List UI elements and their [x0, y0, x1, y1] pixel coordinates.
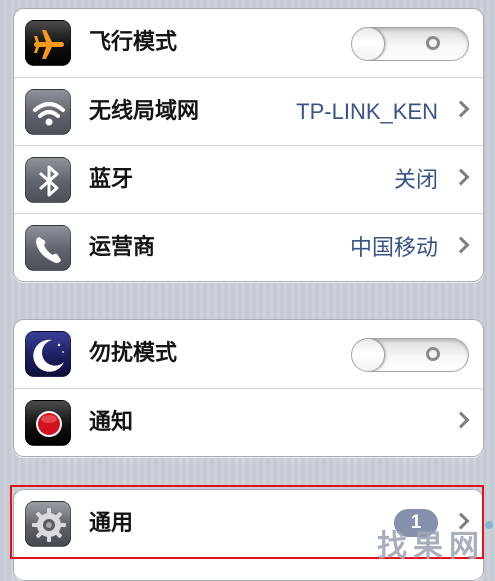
airplane-mode-toggle[interactable] [351, 27, 469, 61]
settings-group-connectivity: 飞行模式 无线局域网 TP-LINK_KEN 蓝牙 关闭 运营商 中国移动 [13, 8, 484, 282]
wifi-network-value: TP-LINK_KEN [296, 99, 438, 124]
bluetooth-row[interactable]: 蓝牙 关闭 [14, 145, 483, 213]
do-not-disturb-toggle[interactable] [351, 338, 469, 372]
do-not-disturb-row[interactable]: 勿扰模式 [14, 320, 483, 388]
toggle-off-icon [426, 347, 440, 361]
notifications-row[interactable]: 通知 [14, 388, 483, 456]
carrier-value: 中国移动 [349, 235, 438, 260]
toggle-off-icon [426, 36, 440, 50]
chevron-right-icon [452, 236, 470, 254]
toggle-knob[interactable] [352, 339, 385, 371]
airplane-mode-row[interactable]: 飞行模式 [14, 9, 483, 77]
watermark-dot [485, 521, 493, 529]
notification-icon [25, 400, 71, 446]
carrier-row[interactable]: 运营商 中国移动 [14, 213, 483, 281]
wifi-label: 无线局域网 [89, 99, 200, 124]
do-not-disturb-label: 勿扰模式 [89, 341, 178, 366]
bluetooth-label: 蓝牙 [89, 167, 134, 192]
settings-group-alerts: 勿扰模式 通知 [13, 319, 484, 457]
wifi-icon [25, 89, 71, 135]
airplane-icon [25, 20, 71, 66]
chevron-right-icon [452, 100, 470, 118]
phone-icon [25, 225, 71, 271]
notifications-label: 通知 [89, 410, 134, 435]
chevron-right-icon [452, 411, 470, 429]
bluetooth-icon [25, 157, 71, 203]
watermark-text: 找果网 [377, 529, 485, 564]
toggle-knob[interactable] [352, 28, 385, 60]
chevron-right-icon [452, 168, 470, 186]
moon-icon [25, 331, 71, 377]
carrier-label: 运营商 [89, 235, 156, 260]
bluetooth-status-value: 关闭 [393, 167, 438, 192]
airplane-mode-label: 飞行模式 [89, 30, 178, 55]
wifi-row[interactable]: 无线局域网 TP-LINK_KEN [14, 77, 483, 145]
